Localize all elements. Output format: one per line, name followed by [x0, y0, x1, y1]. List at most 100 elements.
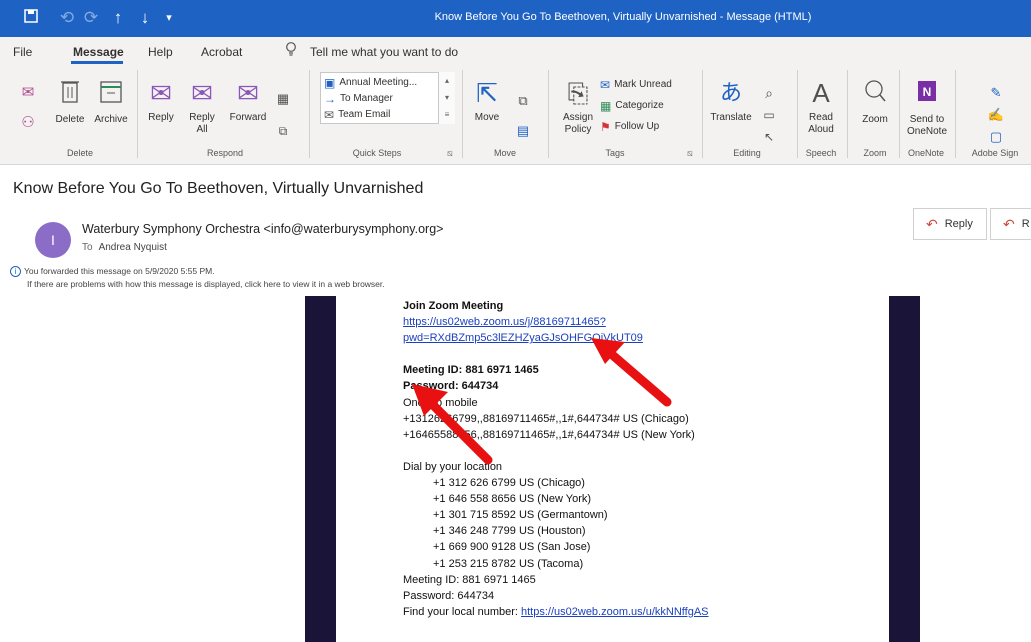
quick-step-label: Team Email — [338, 108, 391, 120]
quick-step-label: To Manager — [340, 92, 393, 104]
ribbon: ✉ ⚇ Delete Archive Delete ✉ Reply ✉ Repl… — [0, 64, 1031, 165]
sender-address[interactable]: Waterbury Symphony Orchestra <info@water… — [82, 222, 443, 236]
display-problem-info[interactable]: If there are problems with how this mess… — [27, 279, 385, 289]
ribbon-tabs: File Message Help Acrobat Tell me what y… — [0, 37, 1031, 64]
rules-button[interactable]: ⧉ — [510, 86, 536, 120]
onenote-move-button[interactable]: ▤ — [510, 116, 536, 150]
read-aloud-label-2: Aloud — [808, 124, 834, 135]
avatar: I — [35, 222, 71, 258]
translate-icon: あ — [719, 80, 742, 105]
ribbon-divider — [955, 70, 956, 158]
translate-button[interactable]: あ Translate — [707, 78, 755, 124]
send-to-onenote-button[interactable]: N Send to OneNote — [905, 78, 949, 138]
zoom-link-line-1[interactable]: https://us02web.zoom.us/j/88169711465? — [403, 314, 863, 330]
reply-label: Reply — [148, 112, 174, 123]
reply-button-label: Reply — [944, 218, 973, 230]
tell-me-search[interactable]: Tell me what you want to do — [310, 45, 458, 59]
onenote-label-1: Send to — [909, 114, 945, 125]
reply-all-arrow-icon: ↶ — [1003, 215, 1015, 232]
trash-icon — [52, 78, 88, 110]
forward-button[interactable]: ✉ Forward — [225, 78, 271, 124]
meeting-id-repeat: Meeting ID: 881 6971 1465 — [403, 573, 536, 586]
arrow-right-icon: → — [324, 91, 336, 106]
quick-step-team-email[interactable]: ✉ Team Email — [324, 107, 390, 122]
reply-button-header[interactable]: ↶ Reply — [913, 208, 987, 240]
ribbon-divider — [847, 70, 848, 158]
find-local-number: Find your local number: https://us02web.… — [403, 604, 863, 620]
tab-acrobat[interactable]: Acrobat — [201, 45, 242, 59]
ignore-button[interactable]: ✉ — [18, 78, 38, 112]
archive-icon — [90, 78, 132, 110]
recipient-row: To Andrea Nyquist — [82, 242, 167, 253]
email-left-band — [305, 296, 336, 642]
zoom-button[interactable]: Zoom — [856, 78, 894, 126]
flag-icon: ⚑ — [600, 119, 611, 134]
forwarded-text: You forwarded this message on 5/9/2020 5… — [24, 266, 215, 276]
translate-label: Translate — [710, 112, 752, 123]
delete-button[interactable]: Delete — [52, 78, 88, 126]
categorize-icon: ▦ — [600, 98, 612, 113]
tab-message[interactable]: Message — [73, 45, 124, 59]
ribbon-divider — [548, 70, 549, 158]
read-aloud-icon: A — [812, 78, 830, 108]
assign-policy-button[interactable]: ⎘ Assign Policy — [556, 78, 600, 136]
follow-up-button[interactable]: ⚑ Follow Up — [600, 119, 659, 134]
tags-launcher-icon[interactable]: ⧅ — [687, 148, 693, 159]
tab-file[interactable]: File — [13, 45, 32, 59]
archive-label: Archive — [94, 114, 128, 125]
info-icon: i — [10, 266, 21, 277]
more-icon: ⧉ — [278, 124, 288, 138]
junk-button[interactable]: ⚇ — [17, 108, 39, 142]
reply-button[interactable]: ✉ Reply — [144, 78, 178, 124]
annotation-arrow-icon — [591, 338, 672, 407]
archive-button[interactable]: Archive — [90, 78, 132, 126]
dial-number: +1 669 900 9128 US (San Jose) — [433, 541, 591, 554]
group-label-zoom: Zoom — [863, 148, 887, 158]
reply-all-button-header[interactable]: ↶ R — [990, 208, 1031, 240]
quick-step-annual-meeting[interactable]: ▣ Annual Meeting... — [324, 75, 417, 90]
annotation-arrow-icon — [412, 384, 493, 465]
mark-unread-label: Mark Unread — [614, 78, 672, 90]
forwarded-info: i You forwarded this message on 5/9/2020 … — [10, 266, 215, 277]
mail-icon: ✉ — [324, 107, 335, 122]
quick-steps-launcher-icon[interactable]: ⧅ — [447, 148, 453, 159]
group-label-editing: Editing — [733, 148, 761, 158]
rules-icon: ⧉ — [518, 93, 528, 108]
group-label-speech: Speech — [805, 148, 837, 158]
find-local-link[interactable]: https://us02web.zoom.us/u/kkNNffgAS — [521, 606, 709, 618]
password-repeat: Password: 644734 — [403, 589, 495, 602]
forward-icon: ✉ — [237, 78, 259, 108]
recipient-name[interactable]: Andrea Nyquist — [99, 242, 167, 253]
delete-label: Delete — [55, 114, 85, 125]
mark-unread-button[interactable]: ✉ Mark Unread — [600, 77, 672, 92]
reply-all-button[interactable]: ✉ Reply All — [183, 78, 221, 136]
read-aloud-label-1: Read — [809, 112, 833, 123]
move-label: Move — [474, 112, 500, 123]
ribbon-divider — [702, 70, 703, 158]
magnifier-icon — [856, 78, 894, 110]
dial-number: +1 301 715 8592 US (Germantown) — [433, 509, 608, 522]
quick-steps-scroll[interactable]: ▴ ▾ ≡ — [438, 72, 455, 124]
dial-number: +1 346 248 7799 US (Houston) — [433, 525, 586, 538]
reply-all-label-1: Reply — [189, 112, 215, 123]
meeting-reply-button[interactable]: ▦ — [274, 84, 292, 118]
group-label-onenote: OneNote — [907, 148, 945, 158]
group-label-respond: Respond — [206, 148, 244, 158]
tab-help[interactable]: Help — [148, 45, 173, 59]
quick-step-to-manager[interactable]: → To Manager — [324, 91, 393, 106]
policy-icon: ⎘ — [567, 78, 589, 108]
move-button[interactable]: ⇱ Move — [470, 78, 504, 124]
follow-up-label: Follow Up — [614, 120, 660, 132]
reply-all-button-label: R — [1021, 218, 1030, 230]
group-label-tags: Tags — [605, 148, 625, 158]
more-respond-button[interactable]: ⧉ — [274, 116, 292, 150]
lightbulb-icon — [285, 42, 297, 60]
window-title: Know Before You Go To Beethoven, Virtual… — [434, 11, 812, 23]
assign-label-1: Assign — [562, 112, 593, 123]
assign-label-2: Policy — [564, 124, 592, 135]
categorize-button[interactable]: ▦ Categorize — [600, 98, 664, 113]
categorize-label: Categorize — [615, 99, 664, 111]
email-right-band — [889, 296, 920, 642]
reply-arrow-icon: ↶ — [926, 215, 938, 232]
read-aloud-button[interactable]: A Read Aloud — [802, 78, 840, 136]
